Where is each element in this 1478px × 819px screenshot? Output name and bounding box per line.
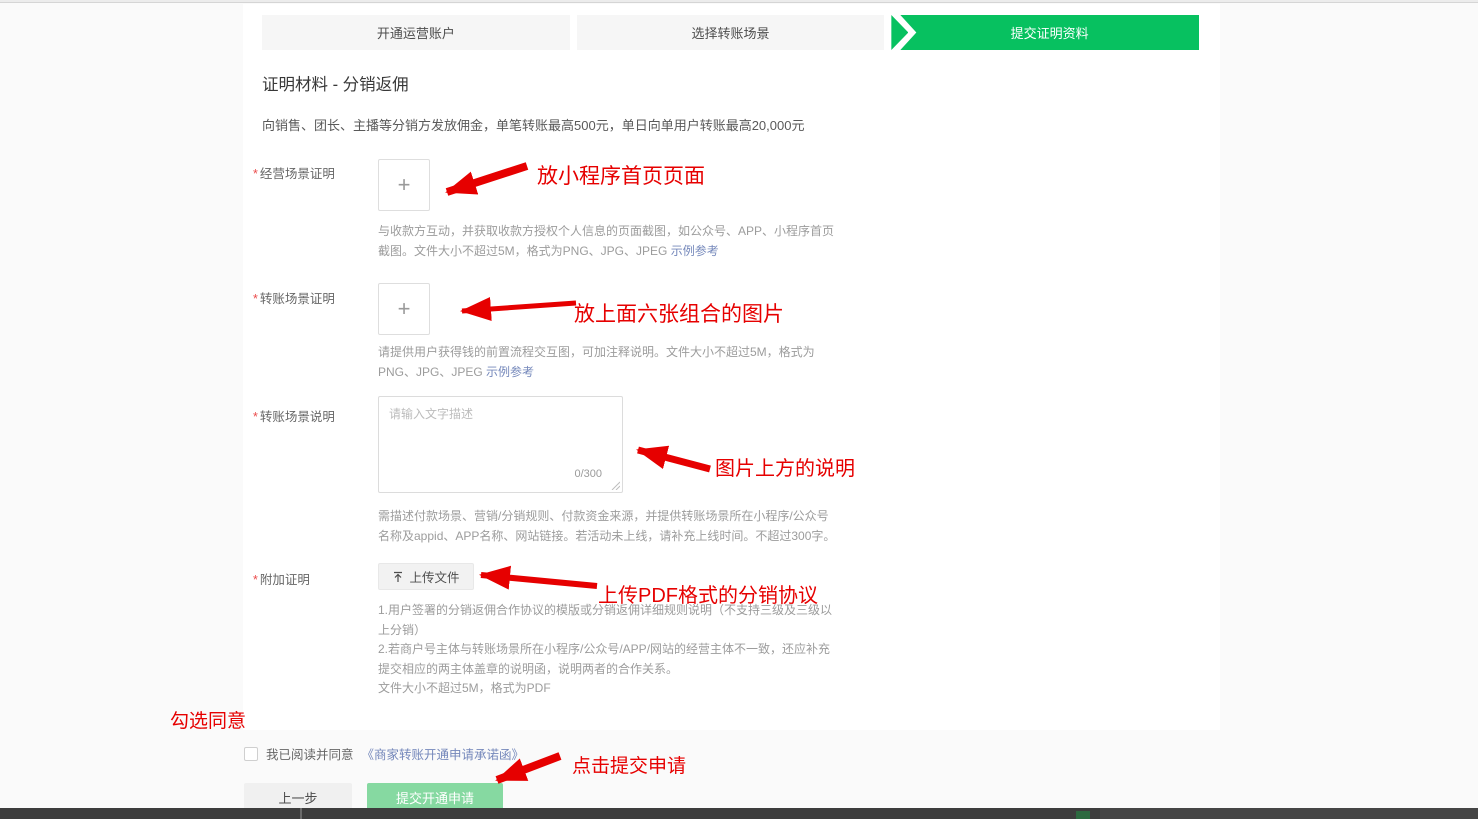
annotation-image-description: 图片上方的说明 <box>715 452 855 481</box>
char-counter: 0/300 <box>574 468 602 480</box>
required-asterisk: * <box>253 410 258 424</box>
transfer-description-textarea-wrap: 0/300 <box>378 396 623 493</box>
previous-step-button[interactable]: 上一步 <box>244 783 352 811</box>
agreement-label: 我已阅读并同意 <box>266 744 354 763</box>
agreement-checkbox[interactable] <box>244 747 258 761</box>
taskbar-divider <box>300 808 302 819</box>
agreement-row: 我已阅读并同意 《商家转账开通申请承诺函》 <box>244 744 524 763</box>
upload-button-label: 上传文件 <box>409 567 459 586</box>
upload-box-transfer-scene[interactable]: + <box>378 283 430 335</box>
step-select-scenario[interactable]: 选择转账场景 <box>577 15 885 50</box>
taskbar-segment <box>1100 808 1478 819</box>
resize-handle[interactable] <box>610 480 620 490</box>
annotation-click-submit: 点击提交申请 <box>572 751 686 778</box>
field-label-additional-proof: *附加证明 <box>253 569 310 588</box>
required-asterisk: * <box>253 292 258 306</box>
field-label-transfer-description: *转账场景说明 <box>253 406 335 425</box>
plus-icon: + <box>398 172 411 198</box>
taskbar <box>0 808 1478 819</box>
help-transfer-scene: 请提供用户获得钱的前置流程交互图，可加注释说明。文件大小不超过5M，格式为PNG… <box>378 343 828 382</box>
help-transfer-description: 需描述付款场景、营销/分销规则、付款资金来源，并提供转账场景所在小程序/公众号名… <box>378 507 840 546</box>
step-progress-bar: 开通运营账户 选择转账场景 提交证明资料 <box>262 15 1199 50</box>
field-label-business-scene: *经营场景证明 <box>253 163 335 182</box>
required-asterisk: * <box>253 573 258 587</box>
step-label: 选择转账场景 <box>692 23 770 42</box>
example-reference-link[interactable]: 示例参考 <box>486 365 534 379</box>
help-additional-proof: 1.用户签署的分销返佣合作协议的模版或分销返佣详细规则说明（不支持三级及三级以上… <box>378 601 836 699</box>
annotation-check-agree: 勾选同意 <box>170 706 246 733</box>
annotation-pdf-agreement: 上传PDF格式的分销协议 <box>598 579 818 608</box>
step-label: 提交证明资料 <box>900 15 1199 50</box>
agreement-letter-link[interactable]: 《商家转账开通申请承诺函》 <box>362 744 525 763</box>
step-open-account[interactable]: 开通运营账户 <box>262 15 570 50</box>
step-submit-proof-active[interactable]: 提交证明资料 <box>891 15 1199 50</box>
screen: 开通运营账户 选择转账场景 提交证明资料 证明材料 - 分销返佣 向销售、团长、… <box>0 0 1478 819</box>
annotation-miniprogram-home: 放小程序首页页面 <box>537 160 705 190</box>
upload-file-button[interactable]: 上传文件 <box>378 563 474 590</box>
field-label-transfer-scene: *转账场景证明 <box>253 288 335 307</box>
submit-application-button[interactable]: 提交开通申请 <box>367 783 503 811</box>
page-subtitle: 向销售、团长、主播等分销方发放佣金，单笔转账最高500元，单日向单用户转账最高2… <box>262 115 804 134</box>
example-reference-link[interactable]: 示例参考 <box>671 244 719 258</box>
upload-box-business-scene[interactable]: + <box>378 159 430 211</box>
upload-icon <box>392 571 404 583</box>
page-title: 证明材料 - 分销返佣 <box>262 71 409 95</box>
annotation-six-images: 放上面六张组合的图片 <box>574 298 784 328</box>
required-asterisk: * <box>253 167 258 181</box>
top-border-line <box>0 0 1478 3</box>
step-label: 开通运营账户 <box>377 23 455 42</box>
plus-icon: + <box>398 296 411 322</box>
taskbar-app-icon <box>1076 811 1090 819</box>
help-business-scene: 与收款方互动，并获取收款方授权个人信息的页面截图，如公众号、APP、小程序首页截… <box>378 222 840 261</box>
